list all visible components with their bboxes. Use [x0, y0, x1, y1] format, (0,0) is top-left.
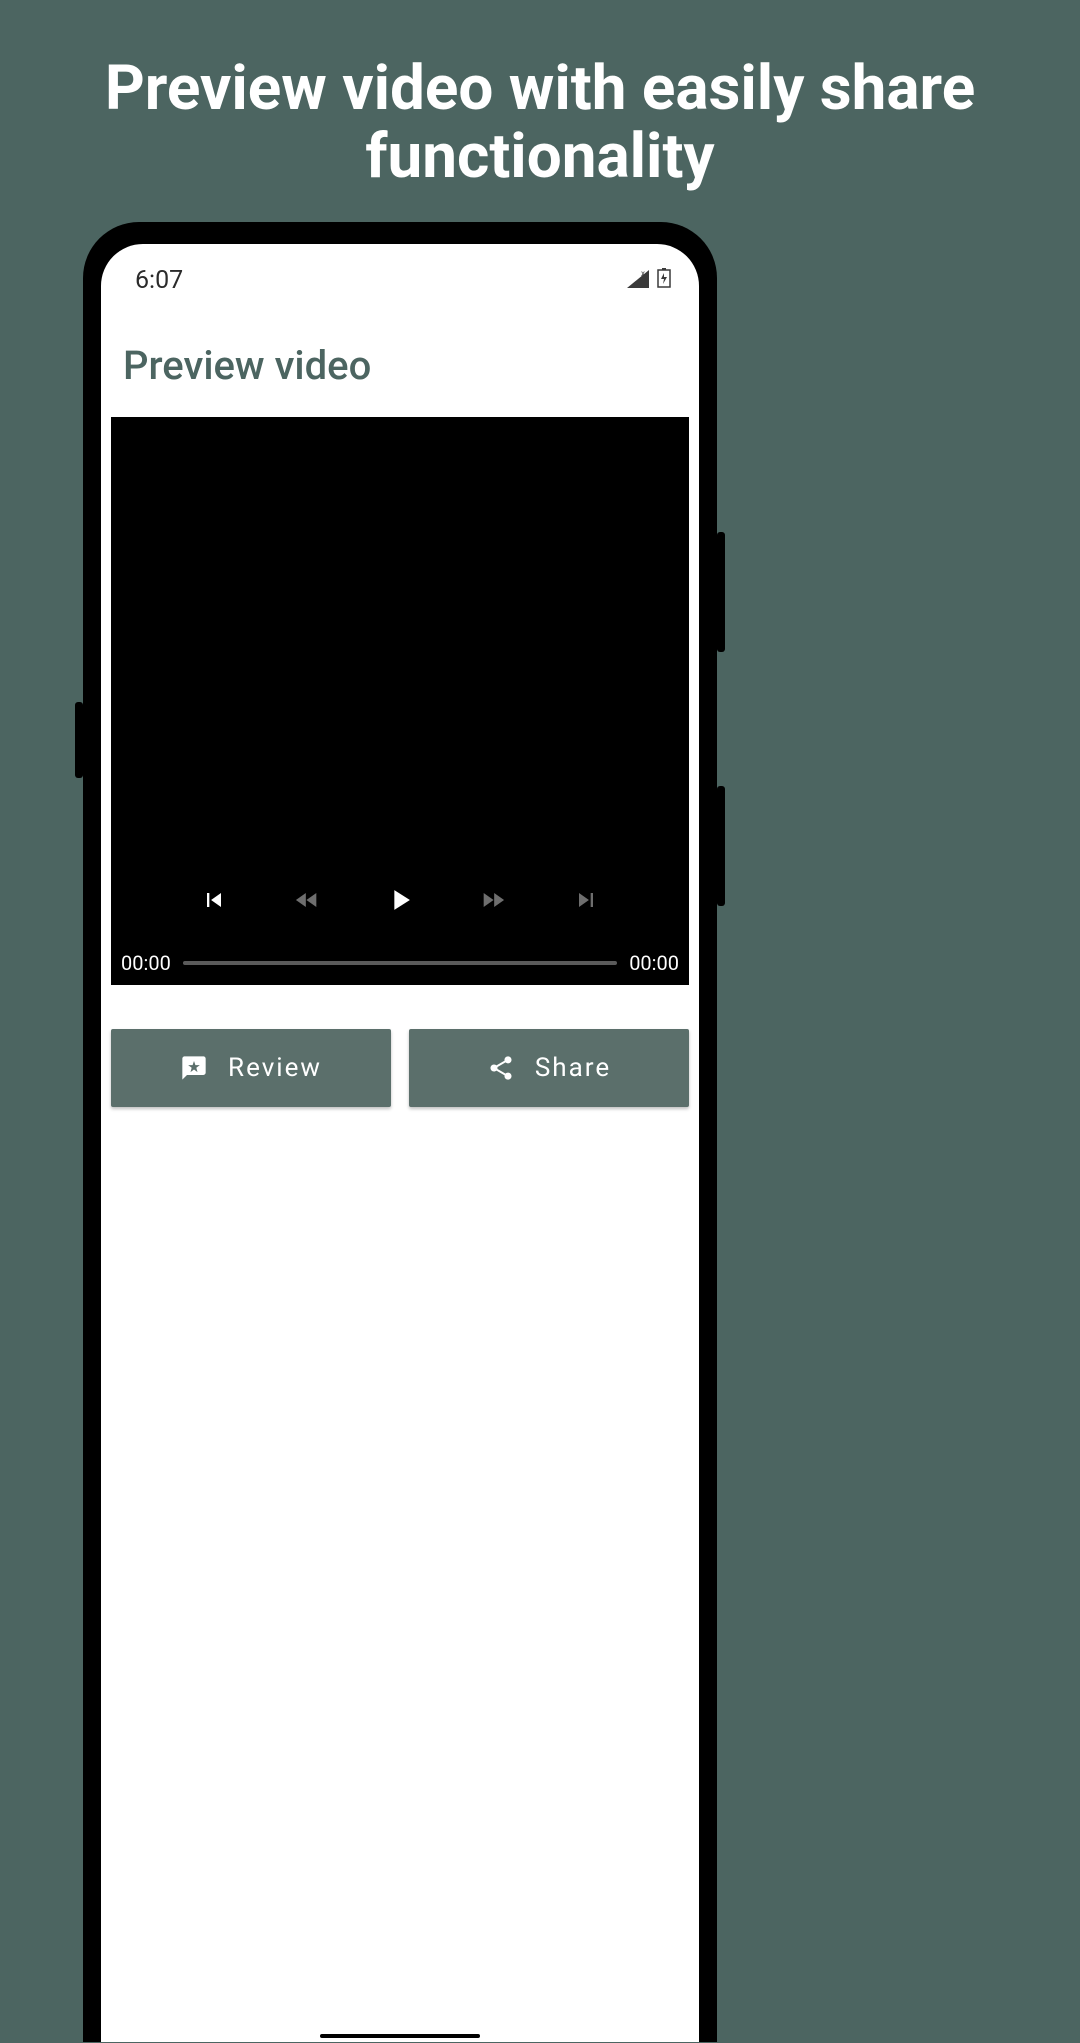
page-title: Preview video [101, 302, 699, 417]
fast-forward-button[interactable] [476, 883, 510, 917]
duration-time: 00:00 [629, 951, 679, 975]
phone-side-button [75, 702, 83, 778]
phone-side-button [717, 532, 725, 652]
share-label: Share [535, 1053, 611, 1083]
status-icons: x [627, 266, 671, 295]
review-icon [180, 1054, 208, 1082]
progress-row: 00:00 00:00 [121, 951, 679, 975]
promo-title: Preview video with easily share function… [0, 0, 1080, 221]
status-bar: 6:07 x [101, 244, 699, 302]
share-icon [487, 1054, 515, 1082]
video-player[interactable]: 00:00 00:00 [111, 417, 689, 985]
svg-text:x: x [641, 270, 645, 278]
review-button[interactable]: Review [111, 1029, 391, 1107]
status-time: 6:07 [135, 266, 183, 295]
home-indicator[interactable] [320, 2034, 480, 2038]
signal-icon: x [627, 266, 649, 295]
phone-screen: 6:07 x Preview video [101, 244, 699, 2042]
skip-previous-button[interactable] [197, 883, 231, 917]
player-controls [111, 883, 689, 917]
progress-bar[interactable] [183, 961, 617, 965]
share-button[interactable]: Share [409, 1029, 689, 1107]
action-row: Review Share [101, 985, 699, 1107]
play-button[interactable] [383, 883, 417, 917]
current-time: 00:00 [121, 951, 171, 975]
phone-side-button [717, 786, 725, 906]
review-label: Review [228, 1053, 322, 1083]
rewind-button[interactable] [290, 883, 324, 917]
battery-icon [657, 266, 671, 295]
skip-next-button[interactable] [569, 883, 603, 917]
phone-frame: 6:07 x Preview video [83, 222, 717, 2042]
